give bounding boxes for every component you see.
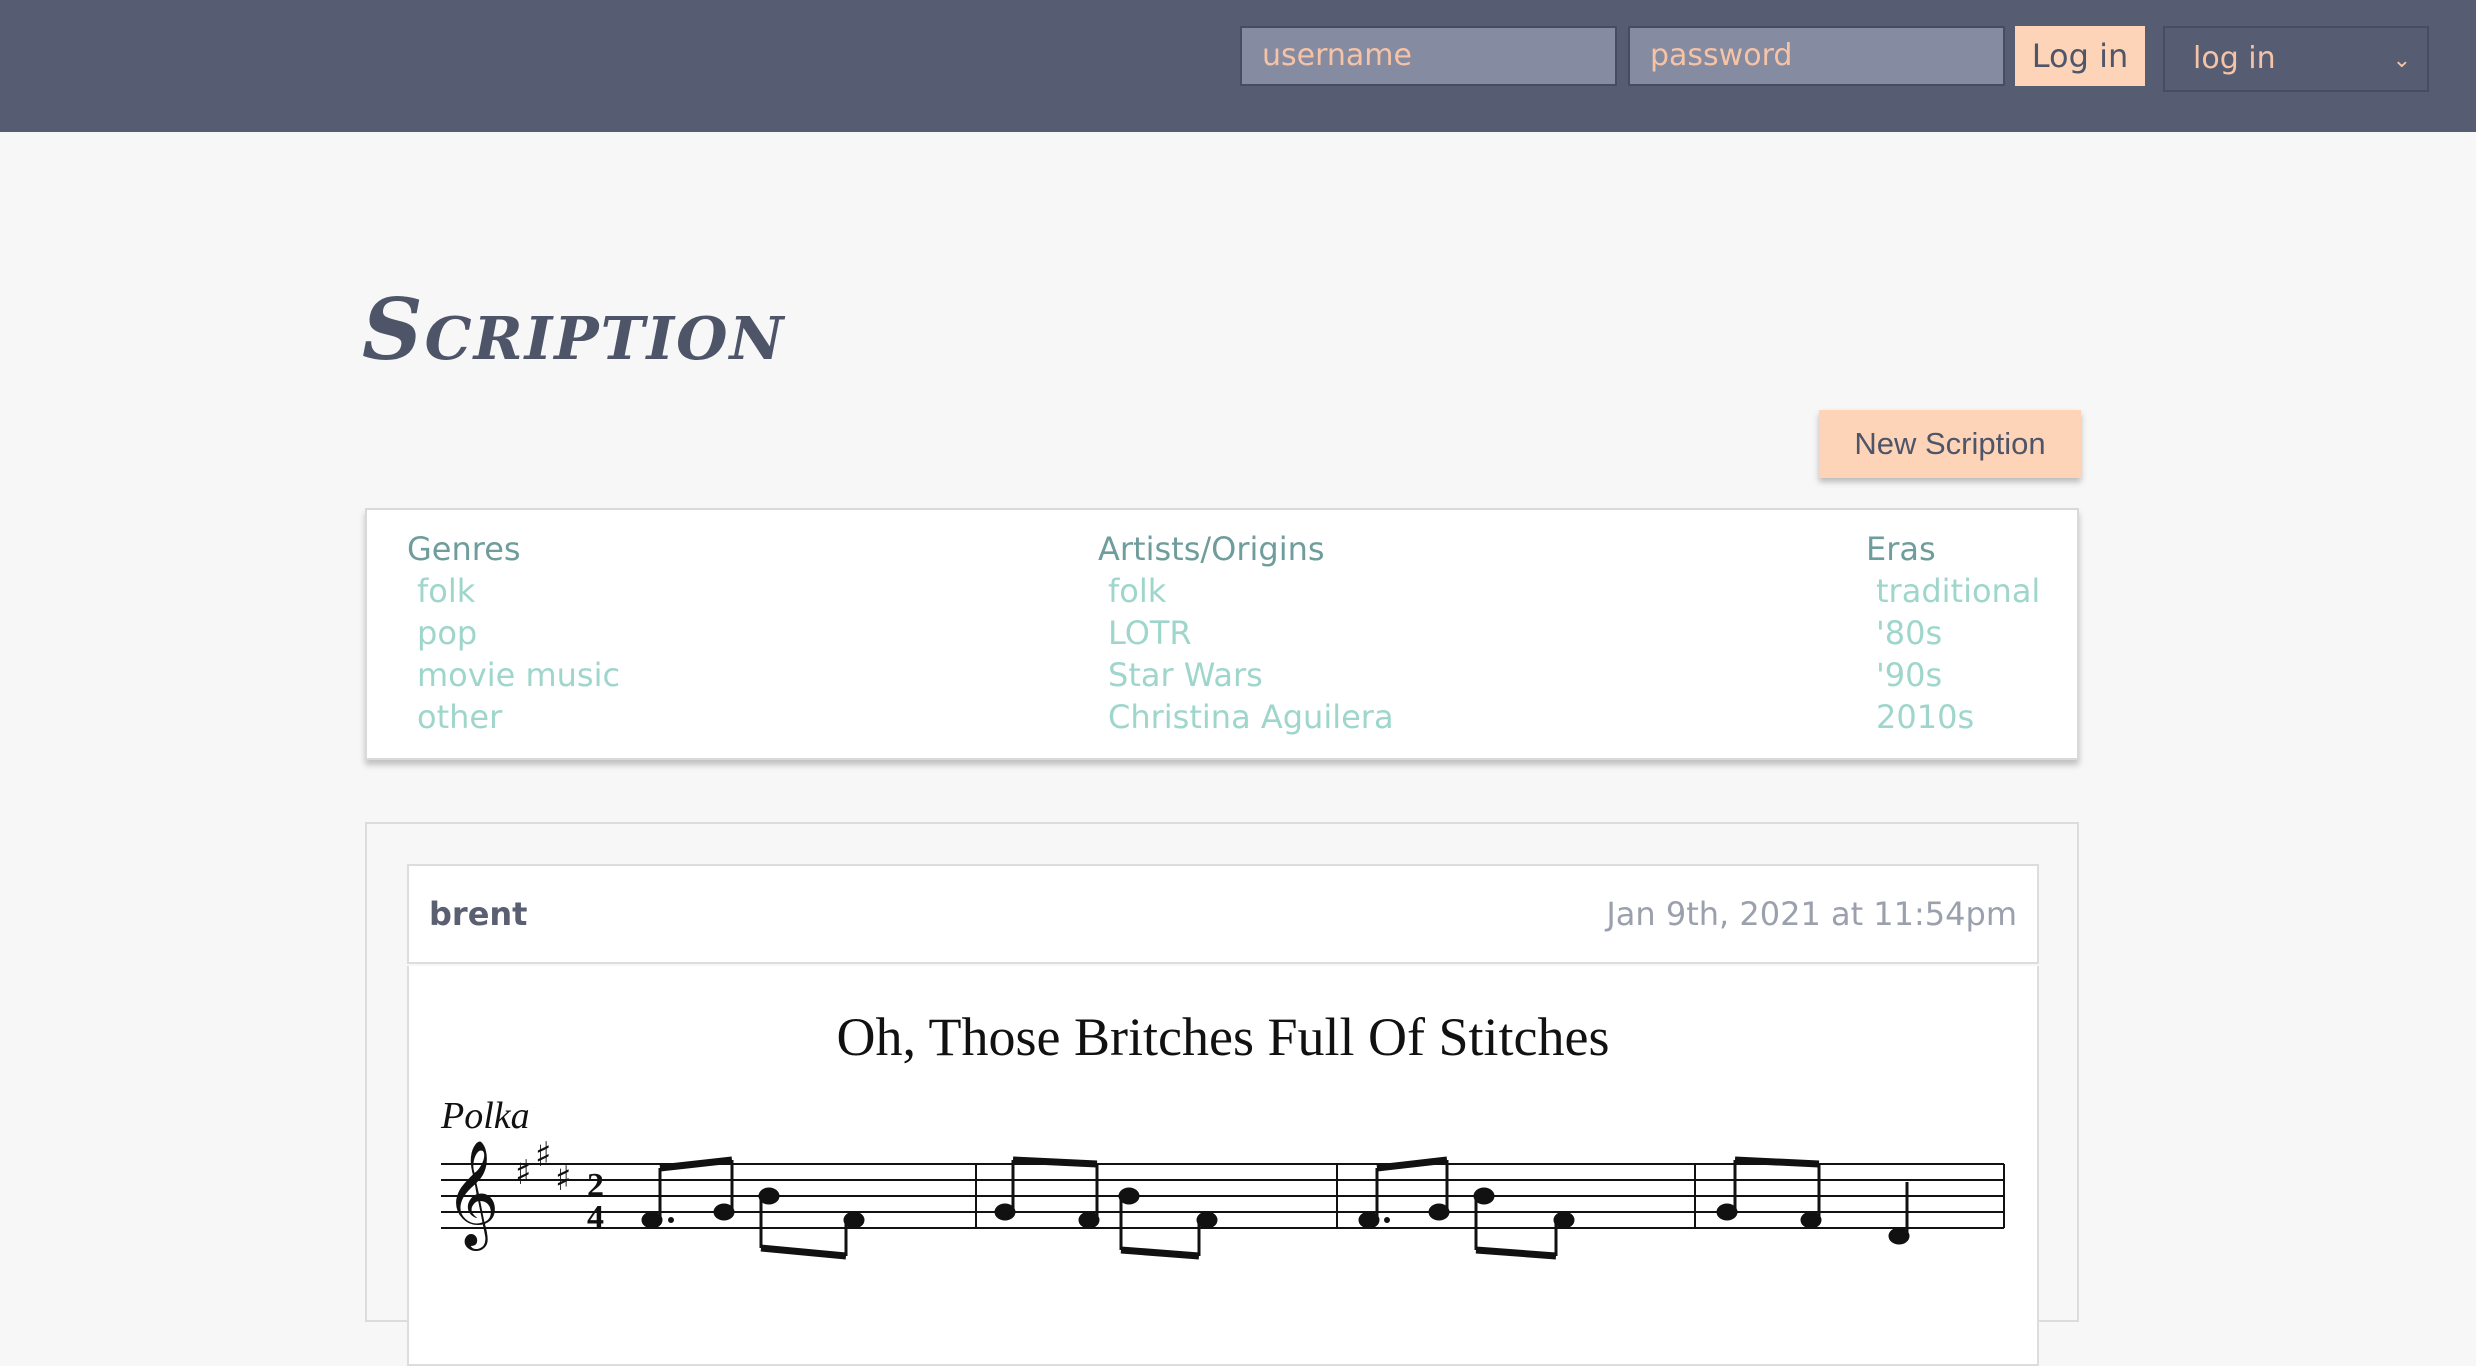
- artists-column: Artists/Origins folk LOTR Star Wars Chri…: [1098, 528, 1394, 738]
- era-link[interactable]: traditional: [1866, 570, 2040, 612]
- post-date: Jan 9th, 2021 at 11:54pm: [1606, 895, 2017, 933]
- sharp-icon: ♯: [535, 1135, 551, 1175]
- genre-link[interactable]: folk: [407, 570, 620, 612]
- eras-column: Eras traditional '80s '90s 2010s: [1866, 528, 2040, 738]
- artists-heading: Artists/Origins: [1098, 530, 1325, 568]
- username-input[interactable]: username: [1240, 26, 1617, 86]
- genres-heading: Genres: [407, 530, 521, 568]
- post-card: brent Jan 9th, 2021 at 11:54pm Oh, Those…: [365, 822, 2079, 1366]
- filter-panel: Genres folk pop movie music other Artist…: [365, 508, 2079, 760]
- auth-select-value: log in: [2193, 41, 2276, 76]
- artist-link[interactable]: Christina Aguilera: [1098, 696, 1394, 738]
- genre-link[interactable]: other: [407, 696, 620, 738]
- sharp-icon: ♯: [515, 1153, 531, 1193]
- time-signature-bottom: 4: [587, 1199, 604, 1236]
- era-link[interactable]: '90s: [1866, 654, 2040, 696]
- genres-column: Genres folk pop movie music other: [407, 528, 620, 738]
- password-input[interactable]: password: [1628, 26, 2005, 86]
- eras-heading: Eras: [1866, 530, 1936, 568]
- treble-clef-icon: 𝄞: [445, 1139, 499, 1251]
- site-logo[interactable]: Scription: [362, 280, 785, 379]
- artist-link[interactable]: Star Wars: [1098, 654, 1394, 696]
- chevron-down-icon: ⌄: [2392, 48, 2411, 73]
- genre-link[interactable]: movie music: [407, 654, 620, 696]
- era-link[interactable]: 2010s: [1866, 696, 2040, 738]
- genre-link[interactable]: pop: [407, 612, 620, 654]
- new-scription-button[interactable]: New Scription: [1819, 410, 2081, 478]
- artist-link[interactable]: folk: [1098, 570, 1394, 612]
- artist-link[interactable]: LOTR: [1098, 612, 1394, 654]
- sheet-music: Oh, Those Britches Full Of Stitches Polk…: [407, 966, 2039, 1366]
- login-button[interactable]: Log in: [2015, 26, 2145, 86]
- post-header: brent Jan 9th, 2021 at 11:54pm: [407, 864, 2039, 964]
- era-link[interactable]: '80s: [1866, 612, 2040, 654]
- post-author[interactable]: brent: [429, 866, 527, 962]
- music-staff: 𝄞 ♯ ♯ ♯ 2 4: [441, 1135, 2005, 1260]
- sharp-icon: ♯: [555, 1159, 571, 1199]
- top-nav: username password Log in log in ⌄: [0, 0, 2476, 132]
- auth-select[interactable]: log in ⌄: [2163, 26, 2429, 92]
